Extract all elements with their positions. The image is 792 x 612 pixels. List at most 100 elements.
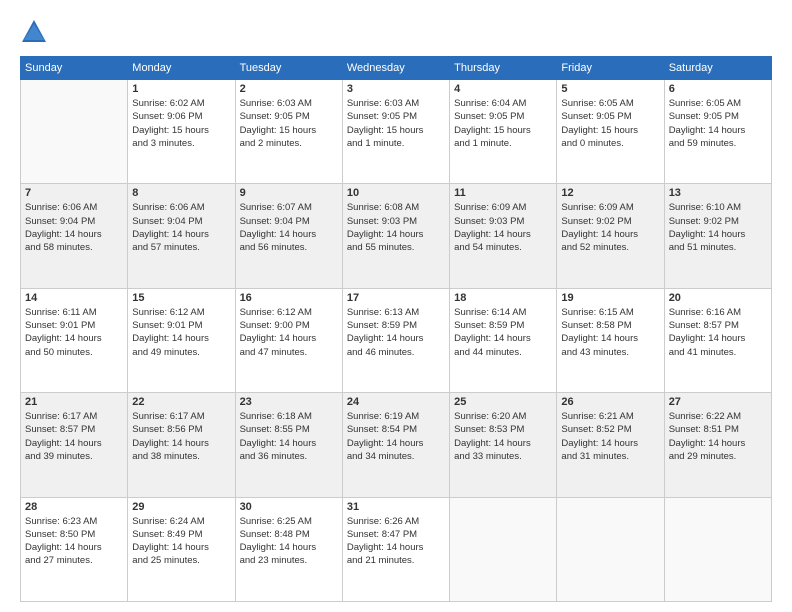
- col-header-saturday: Saturday: [664, 57, 771, 80]
- calendar-day-cell: 20Sunrise: 6:16 AM Sunset: 8:57 PM Dayli…: [664, 288, 771, 392]
- day-info: Sunrise: 6:17 AM Sunset: 8:56 PM Dayligh…: [132, 410, 230, 463]
- calendar-day-cell: 15 Sunrise: 6:12 AM Sunset: 9:01 PM Dayli…: [128, 288, 235, 392]
- day-info: Sunrise: 6:07 AM Sunset: 9:04 PM Dayligh…: [240, 201, 338, 254]
- day-number: 11: [454, 187, 552, 199]
- col-header-thursday: Thursday: [450, 57, 557, 80]
- day-info: Sunrise: 6:09 AM Sunset: 9:02 PM Dayligh…: [561, 201, 659, 254]
- calendar-day-cell: 13Sunrise: 6:10 AM Sunset: 9:02 PM Dayli…: [664, 184, 771, 288]
- day-info: Sunrise: 6:11 AM Sunset: 9:01 PM Dayligh…: [25, 306, 123, 359]
- calendar-day-cell: 28 Sunrise: 6:23 AM Sunset: 8:50 PM Dayli…: [21, 497, 128, 601]
- day-number: 27: [669, 396, 767, 408]
- day-number: 18: [454, 292, 552, 304]
- empty-cell: [21, 80, 128, 184]
- day-info: Sunrise: 6:12 AM Sunset: 9:01 PM Dayligh…: [132, 306, 230, 359]
- day-info: Sunrise: 6:14 AM Sunset: 8:59 PM Dayligh…: [454, 306, 552, 359]
- day-info: Sunrise: 6:06 AM Sunset: 9:04 PM Dayligh…: [25, 201, 123, 254]
- day-info: Sunrise: 6:02 AM Sunset: 9:06 PM Dayligh…: [132, 97, 230, 150]
- day-info: Sunrise: 6:03 AM Sunset: 9:05 PM Dayligh…: [240, 97, 338, 150]
- logo: [20, 18, 52, 46]
- calendar-day-cell: 23Sunrise: 6:18 AM Sunset: 8:55 PM Dayli…: [235, 393, 342, 497]
- calendar-day-cell: 30 Sunrise: 6:25 AM Sunset: 8:48 PM Dayli…: [235, 497, 342, 601]
- day-number: 10: [347, 187, 445, 199]
- header: [20, 18, 772, 46]
- calendar-day-cell: 10 Sunrise: 6:08 AM Sunset: 9:03 PM Dayli…: [342, 184, 449, 288]
- day-number: 13: [669, 187, 767, 199]
- page: SundayMondayTuesdayWednesdayThursdayFrid…: [0, 0, 792, 612]
- calendar-day-cell: 29 Sunrise: 6:24 AM Sunset: 8:49 PM Dayli…: [128, 497, 235, 601]
- calendar-day-cell: 8Sunrise: 6:06 AM Sunset: 9:04 PM Daylig…: [128, 184, 235, 288]
- empty-cell: [450, 497, 557, 601]
- calendar-day-cell: 18 Sunrise: 6:14 AM Sunset: 8:59 PM Dayli…: [450, 288, 557, 392]
- calendar-day-cell: 25 Sunrise: 6:20 AM Sunset: 8:53 PM Dayli…: [450, 393, 557, 497]
- calendar-day-cell: 16Sunrise: 6:12 AM Sunset: 9:00 PM Dayli…: [235, 288, 342, 392]
- day-number: 29: [132, 501, 230, 513]
- day-number: 24: [347, 396, 445, 408]
- day-info: Sunrise: 6:05 AM Sunset: 9:05 PM Dayligh…: [669, 97, 767, 150]
- calendar-day-cell: 5 Sunrise: 6:05 AM Sunset: 9:05 PM Daylig…: [557, 80, 664, 184]
- calendar-day-cell: 12 Sunrise: 6:09 AM Sunset: 9:02 PM Dayli…: [557, 184, 664, 288]
- day-info: Sunrise: 6:03 AM Sunset: 9:05 PM Dayligh…: [347, 97, 445, 150]
- day-number: 12: [561, 187, 659, 199]
- logo-icon: [20, 18, 48, 46]
- day-number: 8: [132, 187, 230, 199]
- col-header-sunday: Sunday: [21, 57, 128, 80]
- day-number: 6: [669, 83, 767, 95]
- day-number: 1: [132, 83, 230, 95]
- calendar-week-row: 14 Sunrise: 6:11 AM Sunset: 9:01 PM Dayli…: [21, 288, 772, 392]
- calendar-day-cell: 11Sunrise: 6:09 AM Sunset: 9:03 PM Dayli…: [450, 184, 557, 288]
- day-info: Sunrise: 6:13 AM Sunset: 8:59 PM Dayligh…: [347, 306, 445, 359]
- day-info: Sunrise: 6:12 AM Sunset: 9:00 PM Dayligh…: [240, 306, 338, 359]
- day-number: 30: [240, 501, 338, 513]
- calendar-week-row: 21 Sunrise: 6:17 AM Sunset: 8:57 PM Dayli…: [21, 393, 772, 497]
- day-info: Sunrise: 6:17 AM Sunset: 8:57 PM Dayligh…: [25, 410, 123, 463]
- calendar-day-cell: 1 Sunrise: 6:02 AM Sunset: 9:06 PM Daylig…: [128, 80, 235, 184]
- day-info: Sunrise: 6:18 AM Sunset: 8:55 PM Dayligh…: [240, 410, 338, 463]
- day-number: 7: [25, 187, 123, 199]
- day-info: Sunrise: 6:05 AM Sunset: 9:05 PM Dayligh…: [561, 97, 659, 150]
- day-number: 22: [132, 396, 230, 408]
- calendar-week-row: 7 Sunrise: 6:06 AM Sunset: 9:04 PM Daylig…: [21, 184, 772, 288]
- day-info: Sunrise: 6:08 AM Sunset: 9:03 PM Dayligh…: [347, 201, 445, 254]
- day-info: Sunrise: 6:21 AM Sunset: 8:52 PM Dayligh…: [561, 410, 659, 463]
- day-info: Sunrise: 6:25 AM Sunset: 8:48 PM Dayligh…: [240, 515, 338, 568]
- calendar-week-row: 28 Sunrise: 6:23 AM Sunset: 8:50 PM Dayli…: [21, 497, 772, 601]
- day-info: Sunrise: 6:16 AM Sunset: 8:57 PM Dayligh…: [669, 306, 767, 359]
- day-number: 25: [454, 396, 552, 408]
- calendar-day-cell: 24Sunrise: 6:19 AM Sunset: 8:54 PM Dayli…: [342, 393, 449, 497]
- day-info: Sunrise: 6:23 AM Sunset: 8:50 PM Dayligh…: [25, 515, 123, 568]
- day-number: 9: [240, 187, 338, 199]
- day-number: 19: [561, 292, 659, 304]
- col-header-wednesday: Wednesday: [342, 57, 449, 80]
- day-number: 5: [561, 83, 659, 95]
- calendar-day-cell: 2 Sunrise: 6:03 AM Sunset: 9:05 PM Daylig…: [235, 80, 342, 184]
- day-info: Sunrise: 6:20 AM Sunset: 8:53 PM Dayligh…: [454, 410, 552, 463]
- col-header-friday: Friday: [557, 57, 664, 80]
- empty-cell: [664, 497, 771, 601]
- day-number: 14: [25, 292, 123, 304]
- day-info: Sunrise: 6:15 AM Sunset: 8:58 PM Dayligh…: [561, 306, 659, 359]
- calendar-header-row: SundayMondayTuesdayWednesdayThursdayFrid…: [21, 57, 772, 80]
- day-number: 28: [25, 501, 123, 513]
- day-number: 21: [25, 396, 123, 408]
- day-info: Sunrise: 6:26 AM Sunset: 8:47 PM Dayligh…: [347, 515, 445, 568]
- calendar-day-cell: 3 Sunrise: 6:03 AM Sunset: 9:05 PM Daylig…: [342, 80, 449, 184]
- day-number: 26: [561, 396, 659, 408]
- calendar-day-cell: 17 Sunrise: 6:13 AM Sunset: 8:59 PM Dayli…: [342, 288, 449, 392]
- day-number: 17: [347, 292, 445, 304]
- day-number: 15: [132, 292, 230, 304]
- calendar-day-cell: 26 Sunrise: 6:21 AM Sunset: 8:52 PM Dayli…: [557, 393, 664, 497]
- calendar-day-cell: 6 Sunrise: 6:05 AM Sunset: 9:05 PM Daylig…: [664, 80, 771, 184]
- day-number: 3: [347, 83, 445, 95]
- day-number: 31: [347, 501, 445, 513]
- calendar-day-cell: 7 Sunrise: 6:06 AM Sunset: 9:04 PM Daylig…: [21, 184, 128, 288]
- day-info: Sunrise: 6:24 AM Sunset: 8:49 PM Dayligh…: [132, 515, 230, 568]
- day-number: 4: [454, 83, 552, 95]
- calendar-day-cell: 22 Sunrise: 6:17 AM Sunset: 8:56 PM Dayli…: [128, 393, 235, 497]
- calendar-day-cell: 31 Sunrise: 6:26 AM Sunset: 8:47 PM Dayli…: [342, 497, 449, 601]
- calendar-day-cell: 14 Sunrise: 6:11 AM Sunset: 9:01 PM Dayli…: [21, 288, 128, 392]
- day-info: Sunrise: 6:22 AM Sunset: 8:51 PM Dayligh…: [669, 410, 767, 463]
- calendar-day-cell: 21 Sunrise: 6:17 AM Sunset: 8:57 PM Dayli…: [21, 393, 128, 497]
- day-number: 2: [240, 83, 338, 95]
- calendar-day-cell: 4Sunrise: 6:04 AM Sunset: 9:05 PM Daylig…: [450, 80, 557, 184]
- col-header-tuesday: Tuesday: [235, 57, 342, 80]
